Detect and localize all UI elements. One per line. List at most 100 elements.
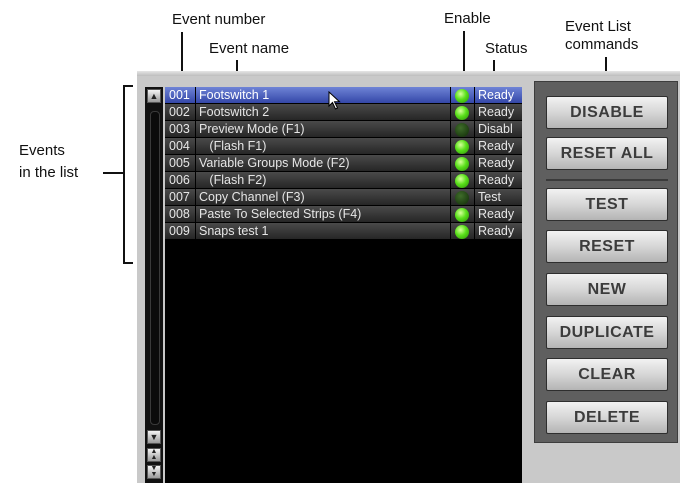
event-name: Paste To Selected Strips (F4) [199,207,362,221]
enable-led-icon[interactable] [455,225,469,239]
event-row[interactable]: 006 (Flash F2) Ready [165,172,522,189]
event-row[interactable]: 009 Snaps test 1 Ready [165,223,522,240]
column-separator [195,87,196,104]
event-number: 002 [169,105,190,119]
callout-events-line2: in the list [19,164,79,181]
bracket-events-bottom [123,262,133,264]
event-status: Ready [478,224,515,238]
delete-button[interactable]: DELETE [546,401,668,434]
column-separator [450,206,451,223]
callout-event-name: Event name [209,40,290,57]
scroll-page-down-icon[interactable]: ▼ ▼ [147,465,161,479]
event-list[interactable]: 001 Footswitch 1 Ready 002 Footswitch 2 Ready… [165,87,522,483]
column-separator [450,138,451,155]
column-separator [195,155,196,172]
event-row[interactable]: 001 Footswitch 1 Ready [165,87,522,104]
column-separator [474,104,475,121]
duplicate-button[interactable]: DUPLICATE [546,316,668,349]
scroll-down-icon[interactable]: ▼ [147,430,161,444]
event-row[interactable]: 005 Variable Groups Mode (F2) Ready [165,155,522,172]
event-status: Ready [478,207,515,221]
column-separator [474,121,475,138]
reset-all-button[interactable]: RESET ALL [546,137,668,170]
clear-button[interactable]: CLEAR [546,358,668,391]
event-status: Ready [478,105,515,119]
enable-led-icon[interactable] [455,157,469,171]
event-number: 007 [169,190,190,204]
callout-enable: Enable [444,10,491,27]
callout-events-in-list: Events in the list [19,140,78,184]
column-separator [450,87,451,104]
enable-led-icon[interactable] [455,191,469,205]
event-number: 009 [169,224,190,238]
event-name: Footswitch 2 [199,105,270,119]
enable-led-icon[interactable] [455,140,469,154]
event-number: 004 [169,139,190,153]
column-separator [474,138,475,155]
event-row[interactable]: 003 Preview Mode (F1) Disabl [165,121,522,138]
callout-event-list-commands-line2: commands [565,36,639,53]
command-divider [546,179,668,181]
test-button[interactable]: TEST [546,188,668,221]
event-row[interactable]: 004 (Flash F1) Ready [165,138,522,155]
bracket-events-top [123,85,133,87]
column-separator [474,206,475,223]
column-separator [474,87,475,104]
event-status: Ready [478,173,515,187]
column-separator [195,172,196,189]
enable-led-icon[interactable] [455,106,469,120]
event-row[interactable]: 002 Footswitch 2 Ready [165,104,522,121]
event-status: Ready [478,88,515,102]
callout-status: Status [485,40,528,57]
column-separator [195,104,196,121]
event-name: Snaps test 1 [199,224,269,238]
event-row[interactable]: 008 Paste To Selected Strips (F4) Ready [165,206,522,223]
event-name: Preview Mode (F1) [199,122,305,136]
event-number: 005 [169,156,190,170]
reset-button[interactable]: RESET [546,230,668,263]
column-separator [195,206,196,223]
column-separator [195,138,196,155]
disable-button[interactable]: DISABLE [546,96,668,129]
enable-led-icon[interactable] [455,123,469,137]
callout-event-list-commands-line1: Event List [565,18,631,35]
event-status: Ready [478,139,515,153]
column-separator [195,121,196,138]
scroll-track[interactable] [150,111,160,425]
mouse-pointer-icon [328,91,341,110]
column-separator [474,155,475,172]
column-separator [450,104,451,121]
column-separator [450,155,451,172]
scroll-page-up-icon[interactable]: ▲ ▲ [147,448,161,462]
callout-event-number: Event number [172,11,266,28]
event-row[interactable]: 007 Copy Channel (F3) Test [165,189,522,206]
event-name: Copy Channel (F3) [199,190,305,204]
event-number: 008 [169,207,190,221]
column-separator [450,189,451,206]
column-separator [195,189,196,206]
column-separator [450,223,451,240]
event-number: 006 [169,173,190,187]
event-name: (Flash F2) [199,173,267,187]
event-status: Ready [478,156,515,170]
callout-event-list-commands: Event List commands [565,18,638,54]
column-separator [474,223,475,240]
event-number: 001 [169,88,190,102]
column-separator [450,121,451,138]
event-name: Footswitch 1 [199,88,270,102]
scroll-up-icon[interactable]: ▲ [147,89,161,103]
event-status: Test [478,190,501,204]
event-name: (Flash F1) [199,139,267,153]
bracket-events-vertical [123,85,125,263]
event-status: Disabl [478,122,513,136]
leader-events [103,172,124,174]
column-separator [195,223,196,240]
event-name: Variable Groups Mode (F2) [199,156,350,170]
enable-led-icon[interactable] [455,89,469,103]
enable-led-icon[interactable] [455,208,469,222]
new-button[interactable]: NEW [546,273,668,306]
column-separator [474,172,475,189]
column-separator [474,189,475,206]
enable-led-icon[interactable] [455,174,469,188]
panel-top-edge [137,71,680,76]
